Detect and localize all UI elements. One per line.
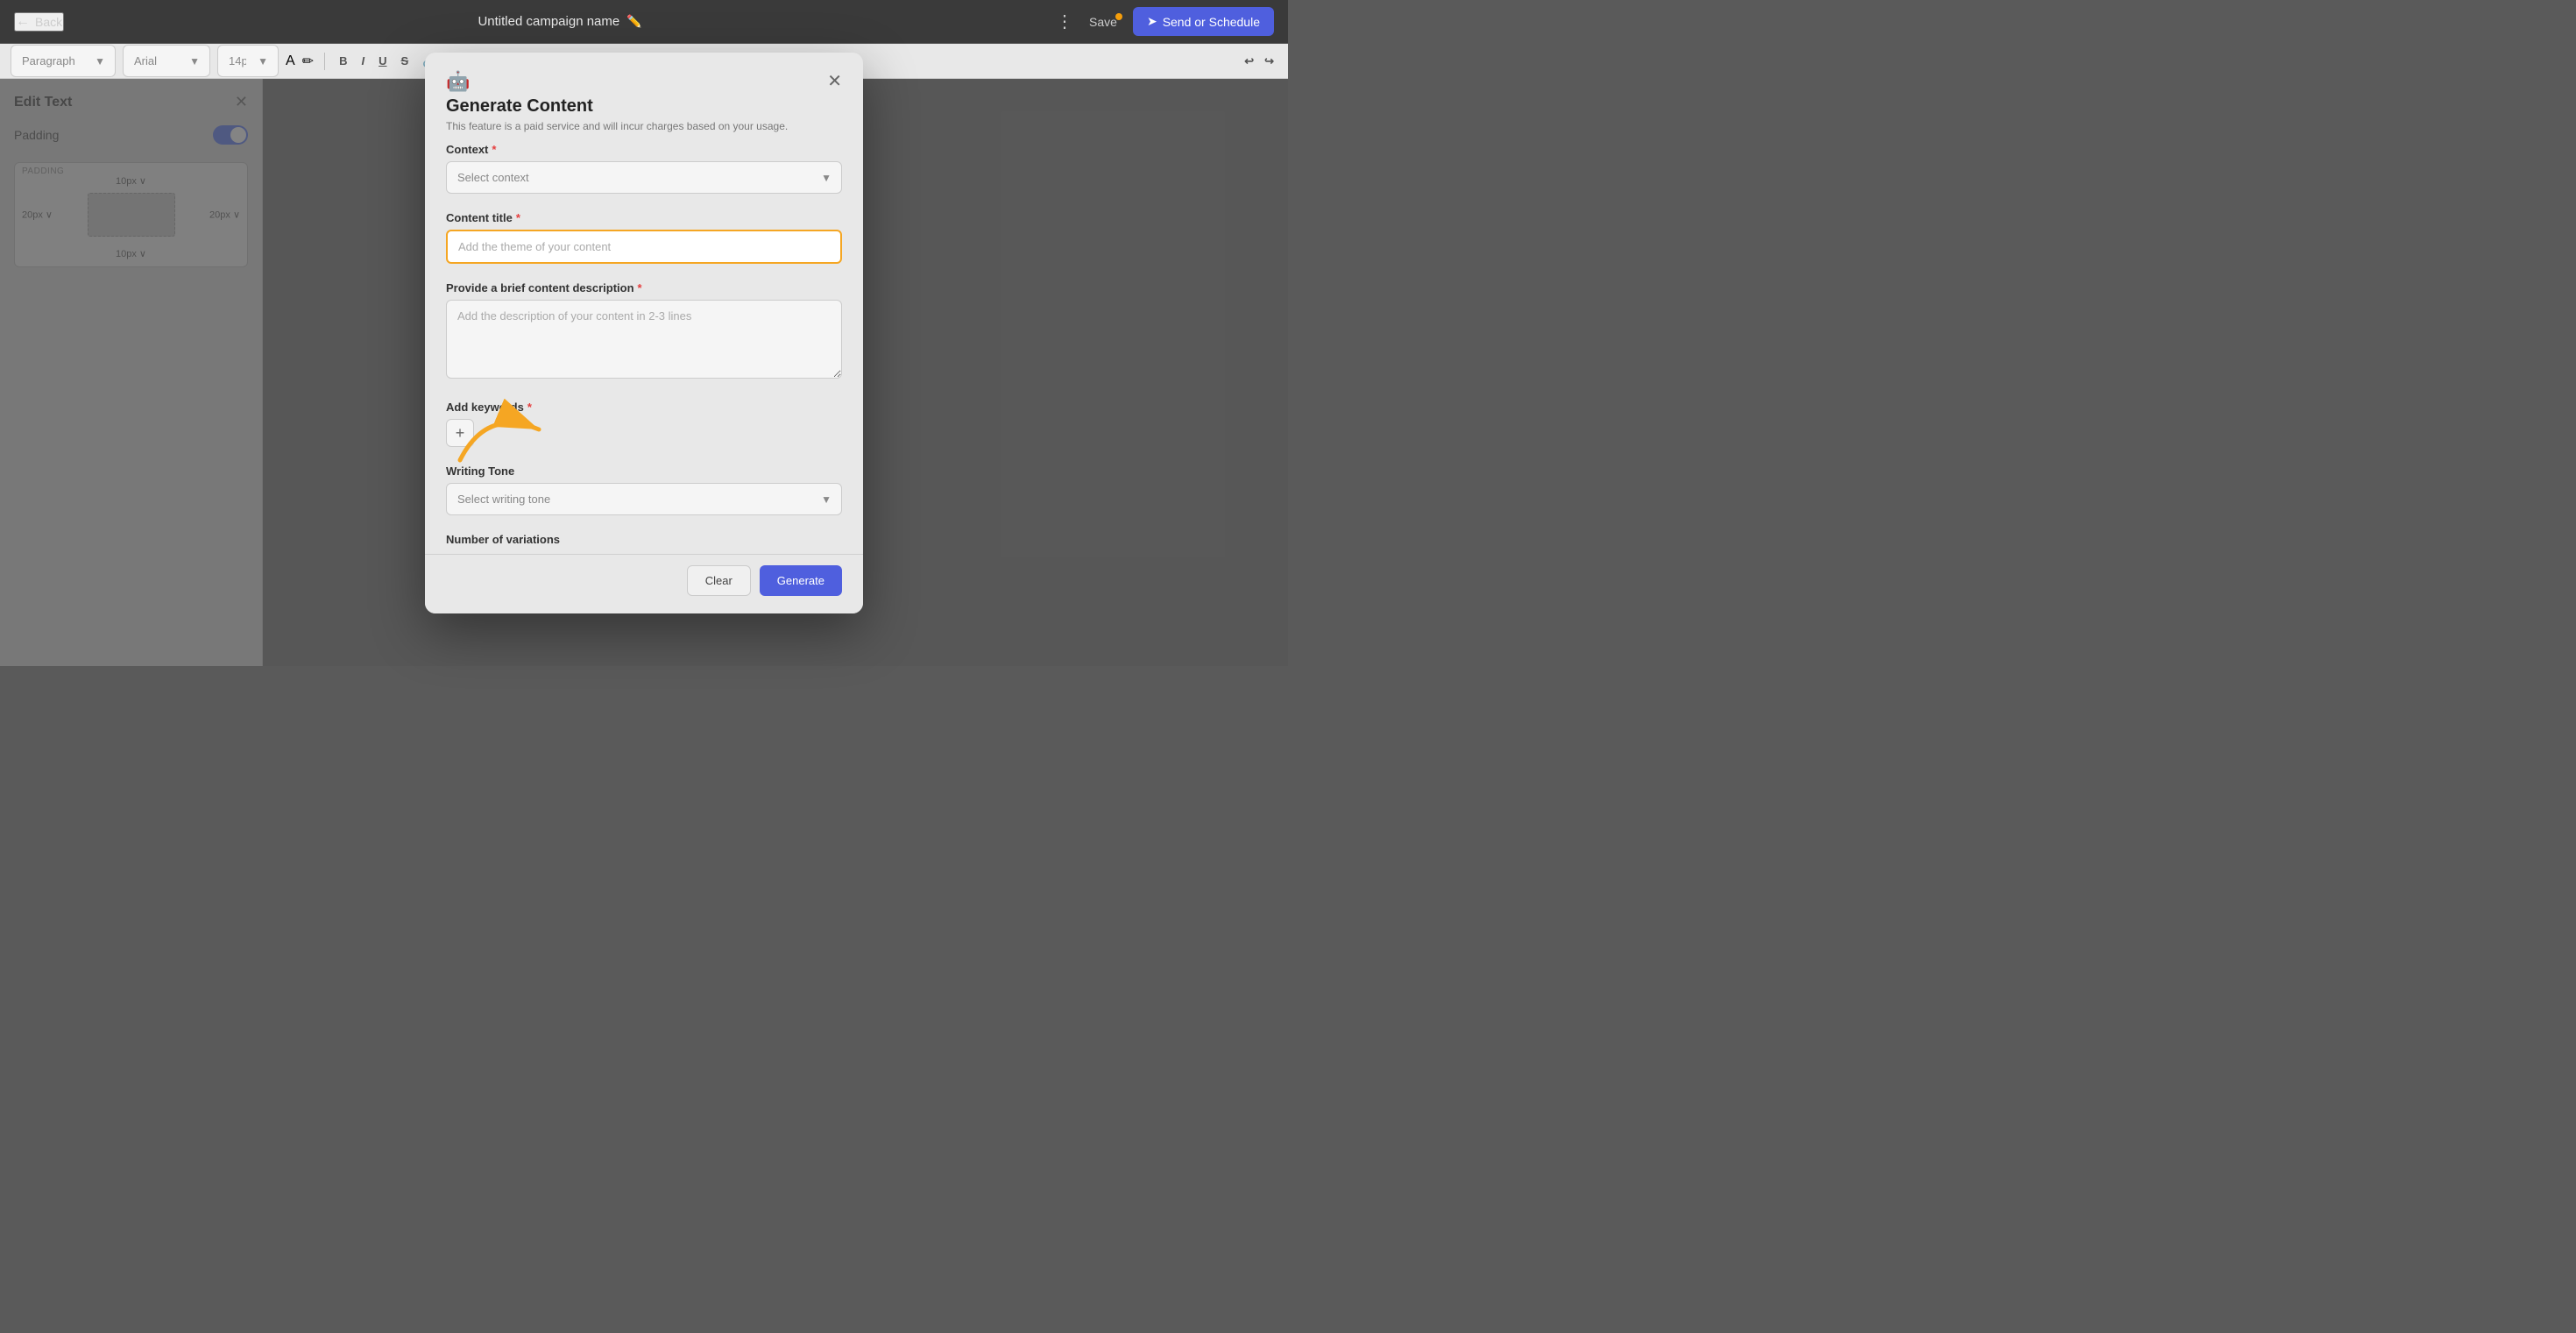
back-label: Back xyxy=(35,15,62,29)
campaign-title: Untitled campaign name ✏️ xyxy=(64,14,1056,29)
clear-button[interactable]: Clear xyxy=(687,565,751,596)
more-options-icon[interactable]: ⋮ xyxy=(1056,11,1073,32)
context-select[interactable]: Select context Blog post Social media Em… xyxy=(446,161,842,194)
bold-button[interactable]: B xyxy=(336,53,350,69)
writing-tone-select[interactable]: Select writing tone Professional Casual … xyxy=(446,483,842,515)
modal-header-left: 🤖 Generate Content This feature is a pai… xyxy=(446,70,788,132)
content-title-input[interactable] xyxy=(446,230,842,264)
variations-label: Number of variations xyxy=(446,533,842,546)
modal-header: 🤖 Generate Content This feature is a pai… xyxy=(425,53,863,143)
send-schedule-button[interactable]: ➤ Send or Schedule xyxy=(1133,7,1274,36)
content-title-required: * xyxy=(516,211,520,224)
campaign-title-text: Untitled campaign name xyxy=(478,14,619,29)
send-icon: ➤ xyxy=(1147,14,1157,29)
save-button[interactable]: Save xyxy=(1082,11,1124,32)
modal-subtitle: This feature is a paid service and will … xyxy=(446,120,788,132)
context-required: * xyxy=(492,143,496,156)
modal-title: Generate Content xyxy=(446,96,788,117)
modal-robot-icon: 🤖 xyxy=(446,70,788,93)
top-nav-bar: ← Back Untitled campaign name ✏️ ⋮ Save … xyxy=(0,0,1288,44)
underline-button[interactable]: U xyxy=(375,53,390,69)
paragraph-select-wrapper[interactable]: Paragraph ▼ xyxy=(11,45,116,77)
description-required: * xyxy=(638,281,642,294)
nav-right: ⋮ Save ➤ Send or Schedule xyxy=(1056,7,1274,36)
context-select-wrapper[interactable]: Select context Blog post Social media Em… xyxy=(446,161,842,194)
modal-body: Context * Select context Blog post Socia… xyxy=(425,143,863,554)
keywords-label: Add keywords * xyxy=(446,401,842,414)
context-field-group: Context * Select context Blog post Socia… xyxy=(446,143,842,194)
writing-tone-label: Writing Tone xyxy=(446,464,842,478)
paragraph-select[interactable]: Paragraph xyxy=(11,45,116,77)
content-title-field-group: Content title * xyxy=(446,211,842,264)
context-label: Context * xyxy=(446,143,842,156)
italic-button[interactable]: I xyxy=(357,53,368,69)
highlight-icon[interactable]: ✏ xyxy=(302,53,314,70)
writing-tone-field-group: Writing Tone Select writing tone Profess… xyxy=(446,464,842,515)
send-schedule-label: Send or Schedule xyxy=(1163,15,1260,29)
font-select[interactable]: Arial xyxy=(123,45,210,77)
strikethrough-button[interactable]: S xyxy=(397,53,412,69)
content-title-label: Content title * xyxy=(446,211,842,224)
generate-button[interactable]: Generate xyxy=(760,565,842,596)
toolbar-divider-1 xyxy=(324,53,325,70)
keywords-field-group: Add keywords * + xyxy=(446,401,842,447)
redo-button[interactable]: ↪ xyxy=(1261,53,1277,70)
description-textarea[interactable] xyxy=(446,300,842,379)
generate-content-modal: 🤖 Generate Content This feature is a pai… xyxy=(425,53,863,613)
variations-field-group: Number of variations xyxy=(446,533,842,546)
back-arrow-icon: ← xyxy=(16,14,30,30)
undo-button[interactable]: ↩ xyxy=(1241,53,1257,70)
font-select-wrapper[interactable]: Arial ▼ xyxy=(123,45,210,77)
font-size-wrapper[interactable]: 14px ▼ xyxy=(217,45,279,77)
add-keyword-button[interactable]: + xyxy=(446,419,474,447)
back-button[interactable]: ← Back xyxy=(14,12,64,32)
modal-close-button[interactable]: ✕ xyxy=(827,70,842,92)
undo-redo-group: ↩ ↪ xyxy=(1241,53,1277,70)
font-size-select[interactable]: 14px xyxy=(217,45,279,77)
font-color-icon[interactable]: A xyxy=(286,53,295,69)
edit-icon[interactable]: ✏️ xyxy=(626,14,641,29)
modal-footer: Clear Generate xyxy=(425,554,863,613)
description-label: Provide a brief content description * xyxy=(446,281,842,294)
keywords-required: * xyxy=(527,401,532,414)
writing-tone-select-wrapper[interactable]: Select writing tone Professional Casual … xyxy=(446,483,842,515)
description-field-group: Provide a brief content description * xyxy=(446,281,842,383)
